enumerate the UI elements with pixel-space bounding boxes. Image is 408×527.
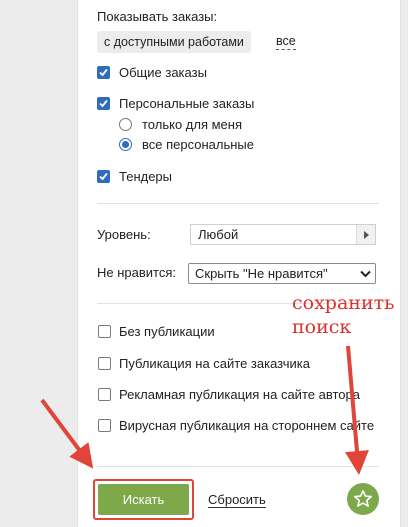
annotation-arrows <box>40 345 369 475</box>
arrow-to-search <box>40 398 94 469</box>
arrow-to-star <box>345 345 369 475</box>
